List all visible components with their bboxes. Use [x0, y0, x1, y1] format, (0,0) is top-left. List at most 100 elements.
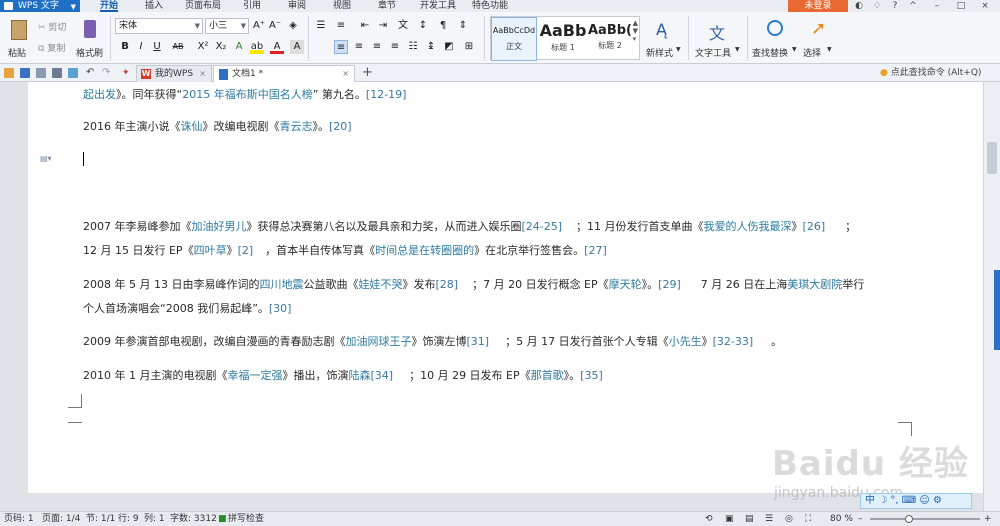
- line-spacing-icon[interactable]: ↨: [424, 40, 438, 54]
- web-view-icon[interactable]: ◎: [785, 512, 793, 526]
- status-spell-check[interactable]: 拼写检查: [228, 512, 264, 526]
- underline-button[interactable]: U: [150, 40, 164, 54]
- side-panel-handle[interactable]: [994, 270, 1000, 350]
- find-replace-button[interactable]: 查找替换 ▼: [752, 18, 798, 60]
- style-normal[interactable]: AaBbCcDd 正文: [491, 17, 537, 61]
- citation[interactable]: [26]: [803, 220, 826, 233]
- decrease-indent-icon[interactable]: ⇤: [358, 19, 372, 33]
- user-icon[interactable]: ☺: [919, 495, 929, 506]
- link[interactable]: 四川地震: [259, 278, 303, 291]
- new-style-button[interactable]: Ą 新样式 ▼: [644, 18, 684, 60]
- document-page[interactable]: 起出发》。同年获得“2015 年福布斯中国名人榜” 第九名。[12-19] 20…: [28, 82, 983, 493]
- copy-button[interactable]: ⧉ 复制: [38, 41, 65, 54]
- zoom-slider-thumb[interactable]: [905, 515, 913, 523]
- tab-developer[interactable]: 开发工具: [420, 0, 456, 12]
- tab-chapter[interactable]: 章节: [378, 0, 396, 12]
- citation[interactable]: [28]: [435, 278, 458, 291]
- tab-insert[interactable]: 插入: [145, 0, 163, 12]
- numbered-list-icon[interactable]: ≡: [334, 19, 348, 33]
- link[interactable]: 青云志: [280, 120, 313, 133]
- link[interactable]: 时间总是在转圈圈的: [375, 244, 474, 257]
- zoom-level[interactable]: 80 %: [830, 512, 853, 526]
- link[interactable]: 摩天轮: [609, 278, 642, 291]
- distribute-icon[interactable]: ☷: [406, 40, 420, 54]
- status-page-number[interactable]: 页码: 1: [4, 512, 34, 526]
- strikethrough-button[interactable]: AB: [168, 40, 188, 54]
- citation[interactable]: [32-33]: [713, 335, 754, 348]
- save-icon[interactable]: [20, 68, 30, 78]
- citation[interactable]: [2]: [238, 244, 254, 257]
- paragraph-options-icon[interactable]: ▤▾: [40, 154, 52, 164]
- close-icon[interactable]: ×: [976, 0, 994, 12]
- tab-my-wps[interactable]: W 我的WPS ×: [136, 65, 212, 82]
- justify-icon[interactable]: ≡: [388, 40, 402, 54]
- font-color-icon[interactable]: A: [270, 40, 284, 54]
- link[interactable]: 四叶草: [194, 244, 227, 257]
- tab-page-layout[interactable]: 页面布局: [185, 0, 221, 12]
- close-icon[interactable]: ×: [199, 66, 206, 82]
- redo-icon[interactable]: ↷: [102, 68, 112, 78]
- zoom-in-icon[interactable]: +: [984, 512, 992, 526]
- text-tools-button[interactable]: 文 文字工具 ▼: [693, 18, 743, 60]
- ime-toolbar[interactable]: 中 ☽ °, ⌨ ☺ ⚙: [860, 493, 972, 509]
- citation[interactable]: [24-25]: [522, 220, 563, 233]
- bullet-list-icon[interactable]: ☰: [314, 19, 328, 33]
- app-menu-button[interactable]: WPS 文字 ▼: [0, 0, 80, 12]
- chinese-layout-icon[interactable]: 文: [396, 19, 410, 33]
- clear-format-icon[interactable]: ◈: [286, 19, 300, 33]
- cut-button[interactable]: ✂ 剪切: [38, 20, 66, 33]
- tab-document-1[interactable]: 文档1 * ×: [213, 65, 355, 82]
- bold-button[interactable]: B: [118, 40, 132, 54]
- read-view-icon[interactable]: ▤: [745, 512, 754, 526]
- link[interactable]: 小先生: [669, 335, 702, 348]
- link[interactable]: 诛仙: [181, 120, 203, 133]
- citation[interactable]: [27]: [584, 244, 607, 257]
- text-effect-icon[interactable]: A: [232, 40, 246, 54]
- revision-icon[interactable]: ⟲: [705, 512, 713, 526]
- punctuation-icon[interactable]: °,: [890, 495, 898, 506]
- italic-button[interactable]: I: [134, 40, 148, 54]
- citation[interactable]: [35]: [580, 369, 603, 382]
- link[interactable]: 我爱的人伤我最深: [704, 220, 792, 233]
- open-icon[interactable]: [4, 68, 14, 78]
- tab-review[interactable]: 审阅: [288, 0, 306, 12]
- zoom-slider[interactable]: [870, 518, 980, 520]
- undo-icon[interactable]: ↶: [86, 68, 96, 78]
- citation[interactable]: [12-19]: [366, 88, 407, 101]
- show-marks-icon[interactable]: ¶: [436, 19, 450, 33]
- style-heading-1[interactable]: AaBb 标题 1: [539, 17, 587, 61]
- preview-icon[interactable]: [68, 68, 78, 78]
- align-left-icon[interactable]: ≡: [334, 40, 348, 54]
- link[interactable]: 陆森: [348, 369, 370, 382]
- sort-icon[interactable]: ↕: [416, 19, 430, 33]
- print-icon[interactable]: [52, 68, 62, 78]
- ribbon-toggle-icon[interactable]: ^: [904, 0, 922, 12]
- status-pages[interactable]: 页面: 1/4: [42, 512, 80, 526]
- paste-button[interactable]: 粘贴: [6, 18, 34, 60]
- font-name-select[interactable]: 宋体 ▼: [115, 18, 203, 34]
- grow-font-icon[interactable]: A⁺: [252, 19, 266, 33]
- tab-references[interactable]: 引用: [243, 0, 261, 12]
- maximize-icon[interactable]: □: [952, 0, 970, 12]
- export-icon[interactable]: [36, 68, 46, 78]
- font-size-select[interactable]: 小三 ▼: [205, 18, 249, 34]
- tab-view[interactable]: 视图: [333, 0, 351, 12]
- citation[interactable]: [20]: [329, 120, 352, 133]
- moon-icon[interactable]: ☽: [878, 495, 887, 506]
- gallery-scroll-icon[interactable]: ▲ ▼ ▾: [633, 19, 638, 43]
- increase-indent-icon[interactable]: ⇥: [376, 19, 390, 33]
- login-button[interactable]: 未登录: [788, 0, 848, 12]
- select-button[interactable]: ➚ 选择 ▼: [802, 18, 834, 60]
- settings-icon[interactable]: ⚙: [933, 495, 942, 506]
- zoom-out-icon[interactable]: –: [858, 512, 863, 526]
- scrollbar-thumb[interactable]: [987, 142, 997, 174]
- new-tab-icon[interactable]: +: [362, 65, 373, 80]
- link[interactable]: 幸福一定强: [227, 369, 282, 382]
- outline-view-icon[interactable]: ☰: [765, 512, 773, 526]
- citation[interactable]: [30]: [269, 302, 292, 315]
- shading-icon[interactable]: ◩: [442, 40, 456, 54]
- close-icon[interactable]: ×: [342, 66, 349, 82]
- command-search[interactable]: ● 点此查找命令 (Alt+Q): [880, 66, 981, 80]
- shrink-font-icon[interactable]: A⁻: [268, 19, 282, 33]
- align-center-icon[interactable]: ≡: [352, 40, 366, 54]
